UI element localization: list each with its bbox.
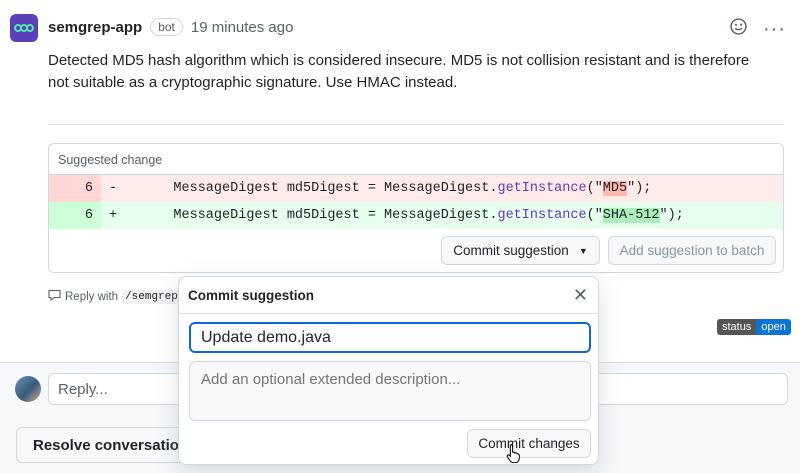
commit-message-input[interactable] [189,322,591,353]
status-value: open [756,319,791,335]
diff-sign: + [109,208,118,223]
close-icon[interactable]: ✕ [573,286,588,304]
comment-author[interactable]: semgrep-app [48,19,142,36]
commit-suggestion-button[interactable]: Commit suggestion ▼ [441,236,600,265]
add-to-batch-button[interactable]: Add suggestion to batch [608,236,776,265]
diff-removed-line: 6 - MessageDigest md5Digest = MessageDig… [49,175,783,202]
comment-actions: ··· [730,18,786,40]
commit-description-textarea[interactable] [189,361,591,421]
semgrep-logo-icon [14,24,34,32]
reply-hint: Reply with /semgrep i [48,289,195,304]
semgrep-app-avatar[interactable] [10,14,38,42]
code-prefix: MessageDigest md5Digest = MessageDigest. [141,208,498,223]
caret-down-icon: ▼ [578,245,588,256]
code-open: (" [586,181,603,196]
suggested-change-box: Suggested change 6 - MessageDigest md5Di… [48,143,784,273]
popover-header: Commit suggestion ✕ [179,277,598,314]
code-highlight: MD5 [602,181,628,196]
diff-added-line: 6 + MessageDigest md5Digest = MessageDig… [49,202,783,229]
code-highlight: SHA-512 [602,208,660,223]
code-close: "); [627,181,652,196]
suggestion-actions: Commit suggestion ▼ Add suggestion to ba… [441,236,776,265]
code-close: "); [659,208,684,223]
comment-header: semgrep-app bot 19 minutes ago [48,18,293,36]
suggested-change-title: Suggested change [49,144,783,175]
diff-code: MessageDigest md5Digest = MessageDigest.… [141,208,684,223]
diff-code: MessageDigest md5Digest = MessageDigest.… [141,181,651,196]
user-avatar[interactable] [15,376,41,402]
popover-title: Commit suggestion [188,287,315,303]
add-reaction-icon[interactable] [730,18,747,40]
commit-changes-button[interactable]: Commit changes [467,429,591,458]
diff-sign: - [109,181,118,196]
code-prefix: MessageDigest md5Digest = MessageDigest. [141,181,498,196]
resolve-conversation-button[interactable]: Resolve conversation [16,427,196,463]
comment-body: Detected MD5 hash algorithm which is con… [48,52,750,91]
line-number: 6 [49,202,101,229]
status-badge: status open [717,319,791,335]
bot-badge: bot [150,18,183,36]
code-function: getInstance [497,181,587,196]
status-key: status [717,319,757,335]
code-open: (" [586,208,603,223]
line-number: 6 [49,175,101,202]
comment-timestamp[interactable]: 19 minutes ago [191,19,294,36]
reply-hint-text: Reply with [65,290,119,303]
hand-cursor-icon [506,444,520,463]
code-function: getInstance [497,208,587,223]
divider [48,124,784,125]
comment-icon [48,289,61,304]
commit-suggestion-popover: Commit suggestion ✕ Commit changes [178,276,599,465]
commit-suggestion-label: Commit suggestion [453,243,569,258]
kebab-menu-icon[interactable]: ··· [763,19,786,39]
